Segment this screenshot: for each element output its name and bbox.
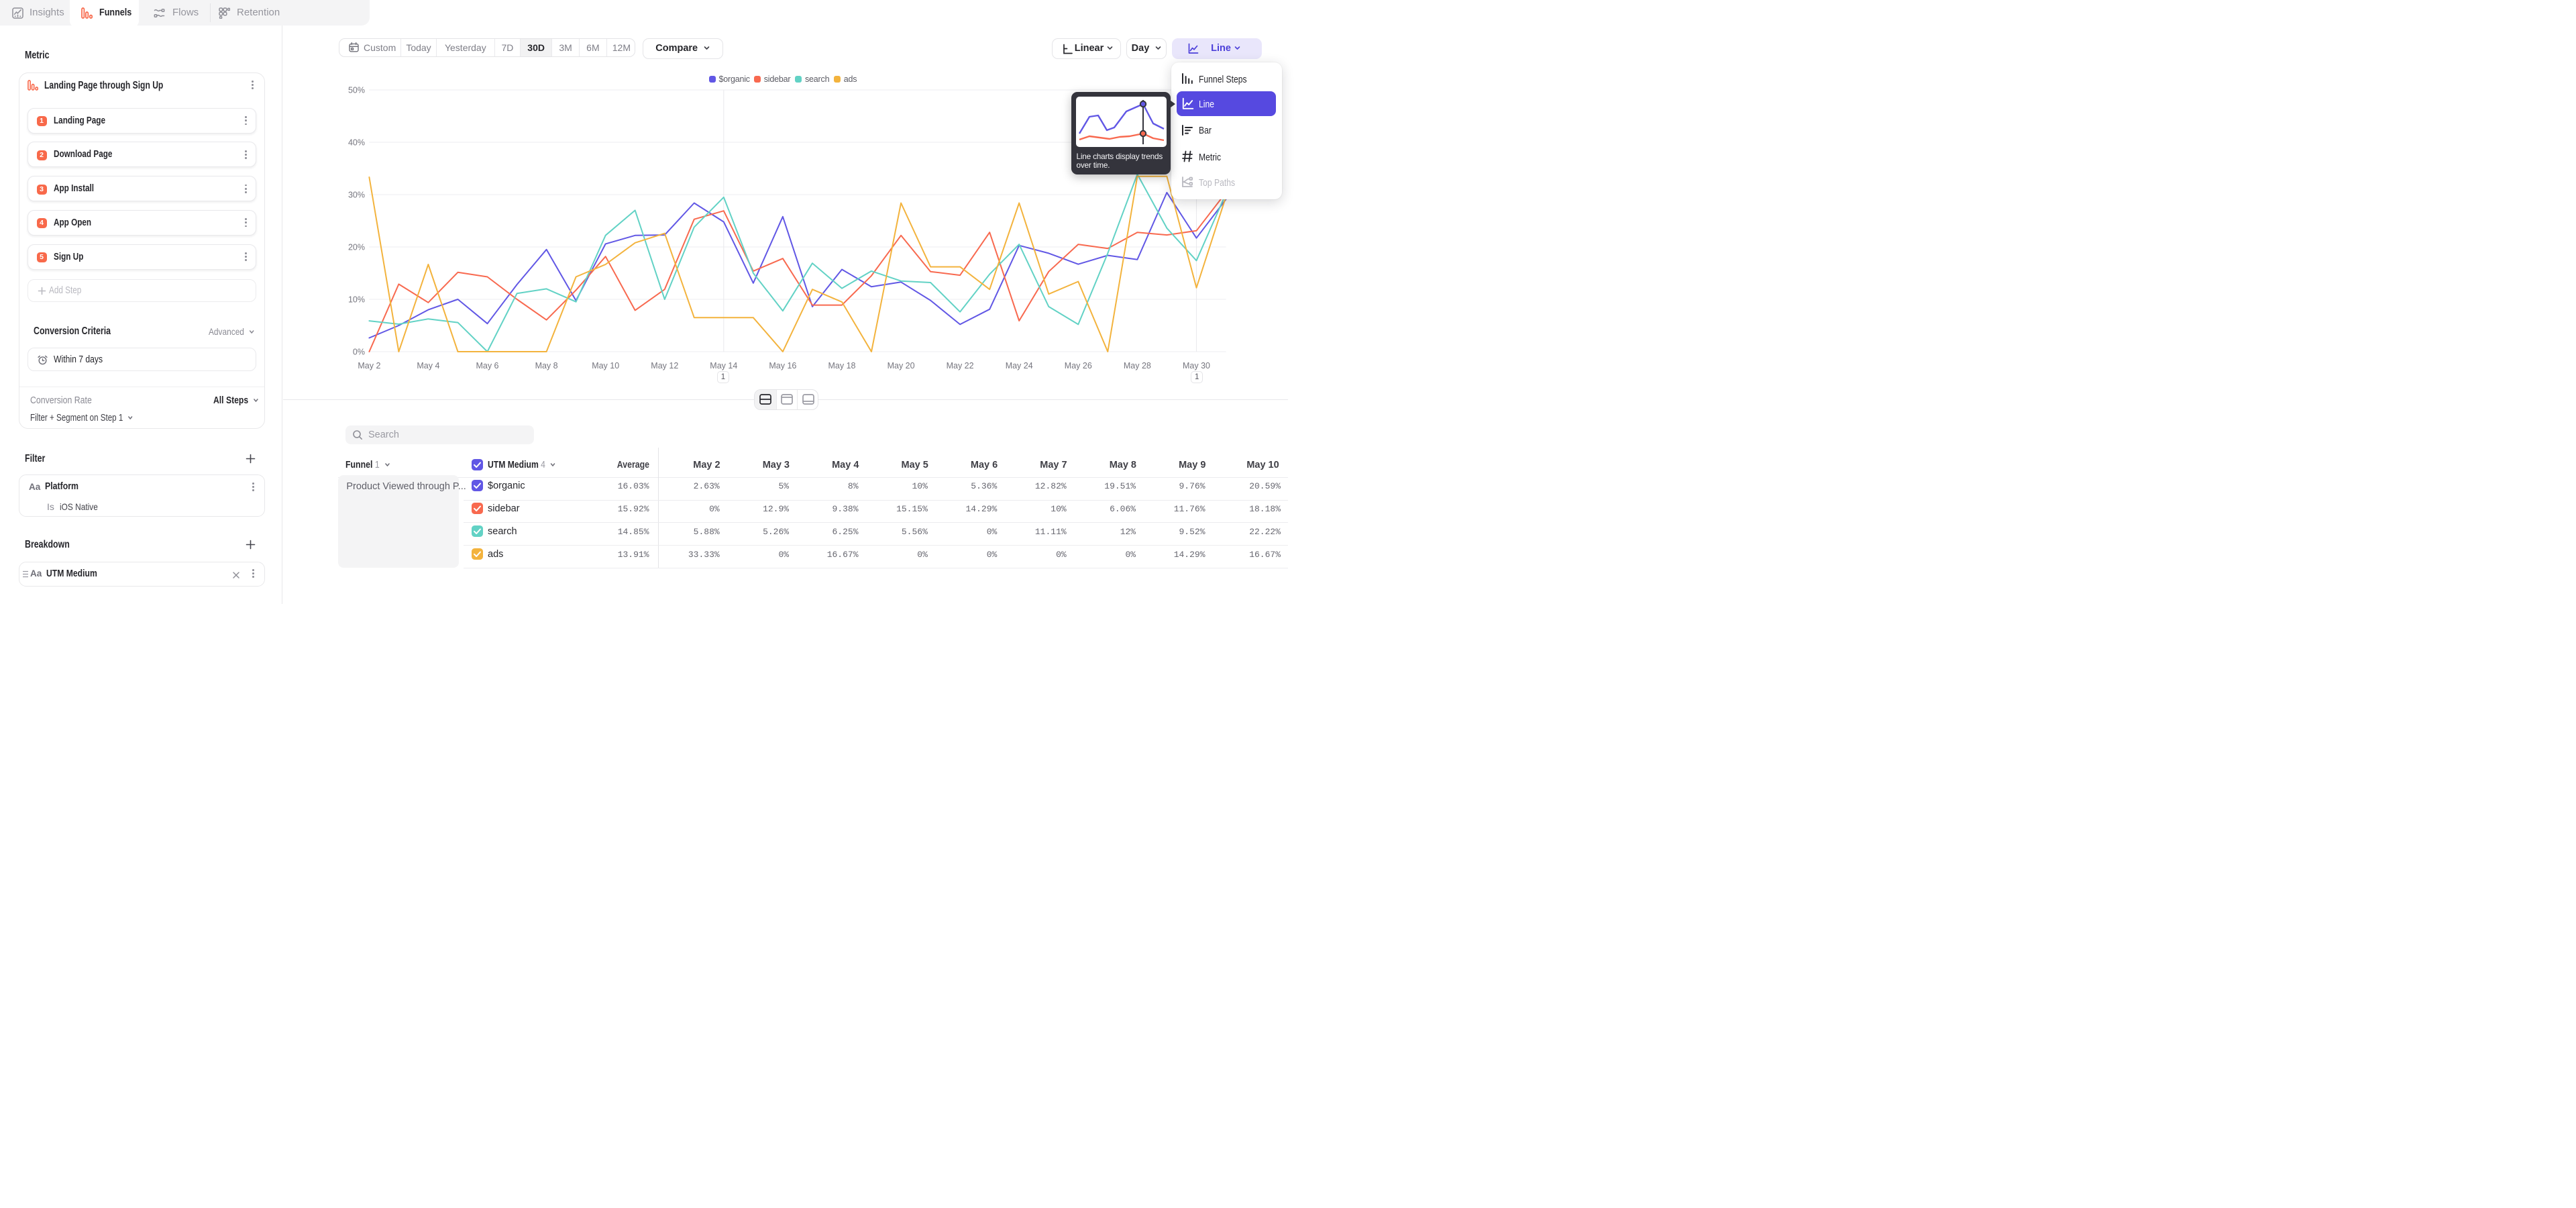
svg-text:May 26: May 26 xyxy=(1065,361,1092,370)
svg-text:0%: 0% xyxy=(353,348,365,357)
svg-text:May 4: May 4 xyxy=(417,361,439,370)
svg-text:40%: 40% xyxy=(348,138,365,148)
svg-text:May 24: May 24 xyxy=(1006,361,1033,370)
svg-text:10%: 10% xyxy=(348,295,365,305)
svg-text:30%: 30% xyxy=(348,191,365,200)
svg-text:50%: 50% xyxy=(348,86,365,95)
svg-text:May 22: May 22 xyxy=(947,361,974,370)
svg-text:May 14: May 14 xyxy=(710,361,737,370)
svg-text:20%: 20% xyxy=(348,243,365,252)
svg-text:May 16: May 16 xyxy=(769,361,796,370)
svg-text:May 18: May 18 xyxy=(828,361,856,370)
svg-text:May 20: May 20 xyxy=(888,361,915,370)
svg-text:May 30: May 30 xyxy=(1183,361,1210,370)
svg-text:May 12: May 12 xyxy=(651,361,678,370)
svg-text:May 8: May 8 xyxy=(535,361,558,370)
svg-text:May 10: May 10 xyxy=(592,361,619,370)
svg-text:May 6: May 6 xyxy=(476,361,498,370)
svg-text:May 2: May 2 xyxy=(358,361,380,370)
svg-text:May 28: May 28 xyxy=(1124,361,1151,370)
